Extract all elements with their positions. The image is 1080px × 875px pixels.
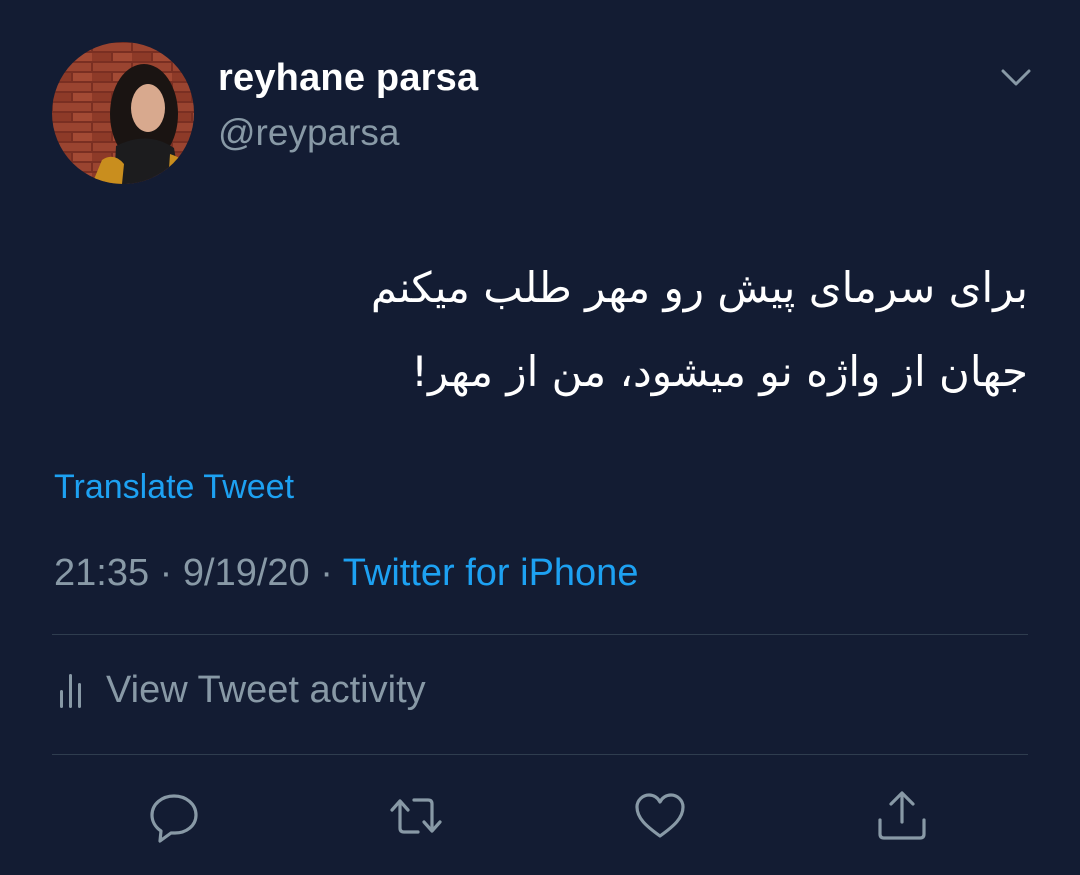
share-button[interactable]	[874, 788, 930, 844]
chevron-down-icon	[1001, 69, 1031, 86]
like-button[interactable]	[632, 788, 688, 844]
meta-separator: ·	[320, 552, 333, 594]
avatar[interactable]	[52, 42, 194, 184]
tweet-text-line: جهان از واژه نو میشود، من از مهر!	[411, 347, 1028, 396]
bar-chart-icon	[60, 674, 81, 708]
tweet-meta: 21:35 · 9/19/20 · Twitter for iPhone	[54, 552, 638, 595]
heart-icon	[635, 793, 685, 838]
tweet-text-line: برای سرمای پیش رو مهر طلب میکنم	[370, 263, 1028, 312]
tweet-menu-button[interactable]	[998, 63, 1034, 91]
divider	[52, 754, 1028, 755]
retweet-icon	[390, 798, 442, 834]
share-icon	[878, 791, 926, 840]
view-tweet-activity-label: View Tweet activity	[106, 668, 426, 711]
view-tweet-activity-button[interactable]: View Tweet activity	[58, 668, 426, 712]
divider	[52, 634, 1028, 635]
retweet-button[interactable]	[388, 788, 444, 844]
translate-tweet-link[interactable]: Translate Tweet	[54, 468, 294, 507]
tweet-source-link[interactable]: Twitter for iPhone	[343, 552, 639, 594]
tweet-time: 21:35	[54, 552, 150, 594]
meta-separator: ·	[159, 552, 173, 594]
author-handle[interactable]: @reyparsa	[218, 112, 400, 154]
tweet-text: برای سرمای پیش رو مهر طلب میکنم جهان از …	[128, 246, 1028, 414]
author-display-name[interactable]: reyhane parsa	[218, 57, 478, 100]
reply-button[interactable]	[146, 788, 202, 844]
reply-icon	[150, 794, 198, 843]
tweet-date: 9/19/20	[182, 552, 310, 594]
